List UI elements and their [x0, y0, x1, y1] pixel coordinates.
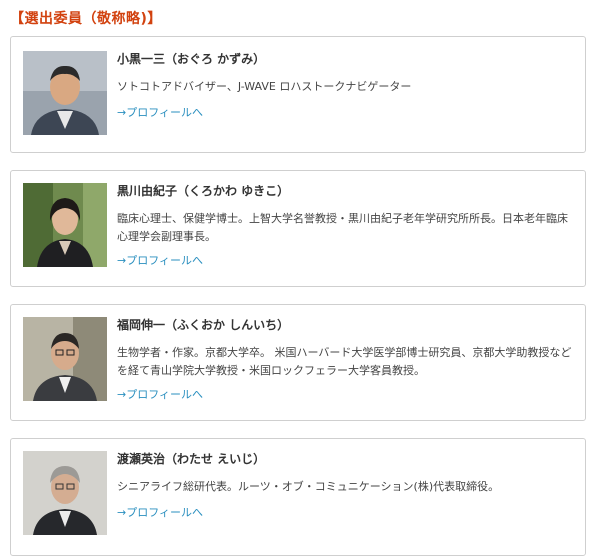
member-name: 黒川由紀子（くろかわ ゆきこ）: [117, 184, 290, 198]
member-description: 臨床心理士、保健学博士。上智大学名誉教授・黒川由紀子老年学研究所所長。日本老年臨…: [117, 212, 568, 243]
member-name: 福岡伸一（ふくおか しんいち）: [117, 318, 290, 332]
member-card: 福岡伸一（ふくおか しんいち） 生物学者・作家。京都大学卒。 米国ハーバード大学…: [10, 304, 586, 421]
member-card: 黒川由紀子（くろかわ ゆきこ） 臨床心理士、保健学博士。上智大学名誉教授・黒川由…: [10, 170, 586, 287]
member-description: 生物学者・作家。京都大学卒。 米国ハーバード大学医学部博士研究員、京都大学助教授…: [117, 346, 572, 377]
member-photo: [23, 183, 107, 267]
member-photo: [23, 317, 107, 401]
member-description: ソトコトアドバイザー、J-WAVE ロハストークナビゲーター: [117, 80, 412, 93]
profile-link[interactable]: →プロフィールへ: [117, 104, 203, 120]
profile-link[interactable]: →プロフィールへ: [117, 504, 203, 520]
member-description: シニアライフ総研代表。ルーツ・オブ・コミュニケーション(株)代表取締役。: [117, 480, 500, 493]
section-heading: 【選出委員（敬称略)】: [10, 11, 162, 27]
member-card: 渡瀬英治（わたせ えいじ） シニアライフ総研代表。ルーツ・オブ・コミュニケーショ…: [10, 438, 586, 556]
member-name: 渡瀬英治（わたせ えいじ）: [117, 452, 266, 466]
profile-link[interactable]: →プロフィールへ: [117, 386, 203, 402]
member-name: 小黒一三（おぐろ かずみ）: [117, 52, 266, 66]
profile-link[interactable]: →プロフィールへ: [117, 252, 203, 268]
member-card: 小黒一三（おぐろ かずみ） ソトコトアドバイザー、J-WAVE ロハストークナビ…: [10, 36, 586, 153]
member-photo: [23, 451, 107, 535]
member-photo: [23, 51, 107, 135]
